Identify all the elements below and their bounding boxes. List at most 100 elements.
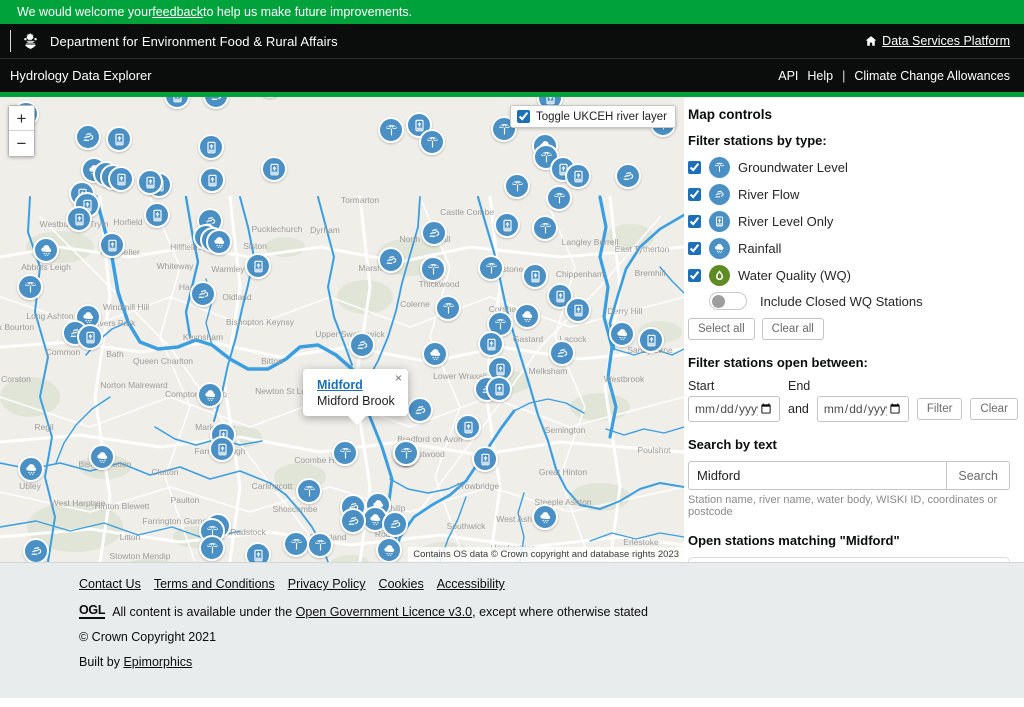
footer-link-cookies[interactable]: Cookies bbox=[379, 577, 424, 591]
station-marker[interactable] bbox=[565, 163, 591, 189]
station-marker[interactable] bbox=[144, 202, 170, 228]
station-marker[interactable] bbox=[420, 256, 446, 282]
station-type-checkbox[interactable] bbox=[688, 242, 701, 255]
station-marker[interactable] bbox=[532, 504, 558, 530]
station-marker[interactable] bbox=[198, 134, 224, 160]
station-marker[interactable] bbox=[378, 247, 404, 273]
ukceh-river-layer-checkbox[interactable] bbox=[516, 110, 530, 123]
open-government-licence-link[interactable]: Open Government Licence v3.0 bbox=[296, 605, 473, 619]
station-marker[interactable] bbox=[245, 253, 271, 279]
station-marker[interactable] bbox=[332, 440, 358, 466]
nav-link-climate-change-allowances[interactable]: Climate Change Allowances bbox=[854, 69, 1010, 83]
epimorphics-link[interactable]: Epimorphics bbox=[123, 655, 192, 669]
station-marker[interactable] bbox=[17, 274, 43, 300]
select-all-button[interactable]: Select all bbox=[688, 318, 755, 340]
station-marker[interactable] bbox=[549, 340, 575, 366]
footer-link-accessibility[interactable]: Accessibility bbox=[437, 577, 505, 591]
search-input[interactable] bbox=[688, 461, 947, 490]
footer-link-terms-and-conditions[interactable]: Terms and Conditions bbox=[154, 577, 275, 591]
map-container[interactable]: .wl { fill: #dfe4d6; } .rd { stroke: #ff… bbox=[0, 97, 684, 562]
station-type-checkbox[interactable] bbox=[688, 269, 701, 282]
station-marker[interactable] bbox=[609, 321, 635, 347]
station-marker[interactable] bbox=[419, 129, 445, 155]
station-marker[interactable] bbox=[349, 332, 375, 358]
footer-link-privacy-policy[interactable]: Privacy Policy bbox=[288, 577, 366, 591]
zoom-in-button[interactable]: + bbox=[9, 106, 34, 131]
station-marker[interactable] bbox=[478, 331, 504, 357]
station-marker[interactable] bbox=[99, 232, 125, 258]
date-clear-button[interactable]: Clear bbox=[970, 398, 1018, 420]
footer-link-contact-us[interactable]: Contact Us bbox=[79, 577, 141, 591]
station-marker[interactable] bbox=[494, 212, 520, 238]
end-date-input[interactable] bbox=[816, 396, 909, 422]
station-marker[interactable] bbox=[75, 124, 101, 150]
station-marker[interactable] bbox=[209, 436, 235, 462]
station-marker[interactable] bbox=[455, 414, 481, 440]
station-type-row[interactable]: River Flow bbox=[688, 184, 1010, 205]
station-popup[interactable]: × Midford Midford Brook bbox=[303, 369, 408, 425]
station-marker[interactable] bbox=[393, 440, 419, 466]
station-type-row[interactable]: Groundwater Level bbox=[688, 157, 1010, 178]
clear-all-button[interactable]: Clear all bbox=[761, 318, 824, 340]
station-marker[interactable] bbox=[486, 376, 512, 402]
station-marker[interactable] bbox=[307, 532, 333, 558]
close-icon[interactable]: × bbox=[395, 372, 402, 384]
station-marker[interactable] bbox=[33, 237, 59, 263]
ukceh-river-layer-toggle[interactable]: Toggle UKCEH river layer bbox=[509, 105, 676, 128]
station-marker[interactable] bbox=[504, 173, 530, 199]
station-type-row[interactable]: Water Quality (WQ) bbox=[688, 265, 1010, 286]
station-marker[interactable] bbox=[340, 508, 366, 534]
station-marker[interactable] bbox=[638, 327, 664, 353]
station-marker[interactable] bbox=[472, 446, 498, 472]
station-marker[interactable] bbox=[66, 206, 92, 232]
station-marker[interactable] bbox=[421, 220, 447, 246]
station-type-checkbox[interactable] bbox=[688, 188, 701, 201]
search-button[interactable]: Search bbox=[946, 461, 1010, 490]
station-type-checkbox[interactable] bbox=[688, 161, 701, 174]
station-marker[interactable] bbox=[106, 126, 132, 152]
station-marker[interactable] bbox=[261, 156, 287, 182]
station-marker[interactable] bbox=[89, 444, 115, 470]
station-marker[interactable] bbox=[615, 163, 641, 189]
station-type-checkbox[interactable] bbox=[688, 215, 701, 228]
station-marker[interactable] bbox=[245, 542, 271, 562]
include-closed-wq-row[interactable]: Include Closed WQ Stations bbox=[709, 292, 1010, 310]
station-marker[interactable] bbox=[546, 185, 572, 211]
station-marker[interactable] bbox=[422, 341, 448, 367]
station-marker[interactable] bbox=[190, 281, 216, 307]
station-marker[interactable] bbox=[197, 382, 223, 408]
station-marker[interactable] bbox=[108, 166, 134, 192]
station-marker[interactable] bbox=[77, 324, 103, 350]
station-marker[interactable] bbox=[376, 537, 402, 562]
station-marker[interactable] bbox=[532, 215, 558, 241]
station-marker[interactable] bbox=[199, 535, 225, 561]
station-marker[interactable] bbox=[514, 303, 540, 329]
station-result-row[interactable]: Midford Midford Brook bbox=[688, 557, 1010, 562]
start-date-input[interactable] bbox=[688, 396, 780, 422]
feedback-link[interactable]: feedback bbox=[152, 5, 203, 19]
zoom-out-button[interactable]: − bbox=[9, 131, 34, 156]
station-marker[interactable] bbox=[565, 297, 591, 323]
station-marker[interactable] bbox=[23, 538, 49, 562]
station-marker[interactable] bbox=[382, 511, 408, 537]
station-marker[interactable] bbox=[137, 169, 163, 195]
nav-link-api[interactable]: API bbox=[778, 69, 798, 83]
station-marker[interactable] bbox=[478, 255, 504, 281]
date-filter-button[interactable]: Filter bbox=[916, 398, 963, 420]
station-type-row[interactable]: Rainfall bbox=[688, 238, 1010, 259]
station-marker[interactable] bbox=[407, 397, 433, 423]
station-marker[interactable] bbox=[435, 295, 461, 321]
station-marker[interactable] bbox=[378, 117, 404, 143]
station-marker[interactable] bbox=[206, 229, 232, 255]
map-zoom-control[interactable]: + − bbox=[8, 105, 35, 157]
include-closed-wq-toggle[interactable] bbox=[709, 292, 747, 310]
station-marker[interactable] bbox=[296, 478, 322, 504]
station-marker[interactable] bbox=[199, 167, 225, 193]
station-type-row[interactable]: River Level Only bbox=[688, 211, 1010, 232]
popup-station-link[interactable]: Midford bbox=[317, 378, 398, 392]
data-services-platform-link[interactable]: Data Services Platform bbox=[865, 34, 1010, 48]
nav-link-help[interactable]: Help bbox=[807, 69, 833, 83]
station-marker[interactable] bbox=[283, 531, 309, 557]
station-marker[interactable] bbox=[18, 456, 44, 482]
station-marker[interactable] bbox=[522, 263, 548, 289]
